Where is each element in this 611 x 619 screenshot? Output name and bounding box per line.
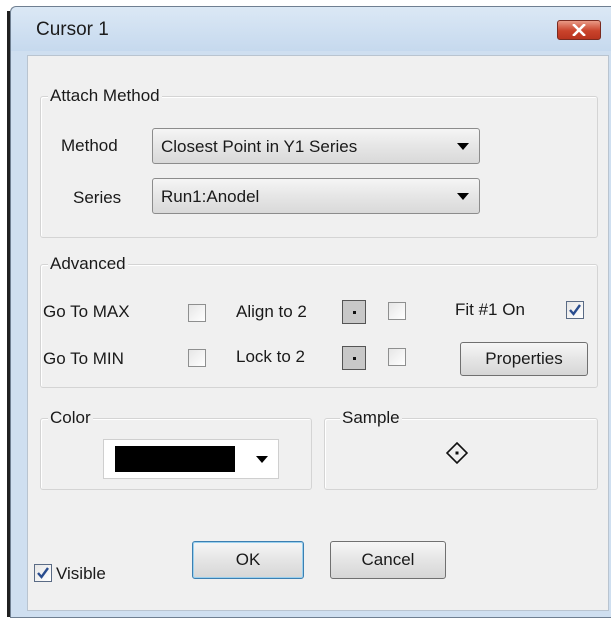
chevron-down-icon — [457, 193, 469, 200]
sample-group-label: Sample — [340, 408, 402, 428]
cancel-button[interactable]: Cancel — [330, 541, 446, 579]
align-to-2-label: Align to 2 — [236, 302, 307, 321]
go-to-min-checkbox[interactable] — [188, 349, 206, 367]
method-dropdown[interactable]: Closest Point in Y1 Series — [152, 128, 480, 164]
properties-button-label: Properties — [485, 349, 563, 368]
go-to-min-label: Go To MIN — [43, 349, 124, 368]
align-point-icon — [342, 300, 366, 324]
chevron-down-icon — [256, 456, 268, 463]
cancel-button-label: Cancel — [361, 550, 415, 569]
go-to-max-checkbox[interactable] — [188, 304, 206, 322]
close-icon — [572, 24, 586, 36]
fit-1-on-checkbox[interactable] — [566, 301, 584, 319]
checkmark-icon — [569, 304, 581, 316]
close-button[interactable] — [557, 20, 601, 40]
diamond-point-icon — [446, 442, 468, 464]
window-title: Cursor 1 — [36, 19, 109, 40]
ok-button[interactable]: OK — [192, 541, 304, 579]
attach-method-group-label: Attach Method — [48, 86, 162, 106]
lock-point-icon — [342, 346, 366, 370]
series-dropdown-value: Run1:Anodel — [161, 187, 260, 206]
dialog-window: Cursor 1 Attach Method Method Closest Po… — [7, 6, 611, 618]
dialog-client-area: Attach Method Method Closest Point in Y1… — [27, 55, 609, 611]
series-label: Series — [73, 188, 122, 207]
go-to-max-label: Go To MAX — [43, 302, 130, 321]
advanced-group-label: Advanced — [48, 254, 128, 274]
color-group-label: Color — [48, 408, 93, 428]
color-dropdown[interactable] — [103, 439, 279, 479]
fit-1-on-label: Fit #1 On — [455, 300, 525, 319]
title-bar[interactable]: Cursor 1 — [11, 7, 611, 51]
lock-to-2-label: Lock to 2 — [236, 347, 305, 366]
visible-label: Visible — [56, 564, 106, 583]
align-to-2-checkbox[interactable] — [388, 302, 406, 320]
color-swatch — [115, 446, 235, 472]
series-dropdown[interactable]: Run1:Anodel — [152, 178, 480, 214]
checkmark-icon — [37, 567, 49, 579]
visible-checkbox[interactable] — [34, 564, 52, 582]
properties-button[interactable]: Properties — [460, 342, 588, 376]
ok-button-label: OK — [235, 550, 261, 569]
attach-method-group — [40, 96, 598, 238]
chevron-down-icon — [457, 143, 469, 150]
lock-to-2-checkbox[interactable] — [388, 348, 406, 366]
method-label: Method — [61, 136, 118, 155]
method-dropdown-value: Closest Point in Y1 Series — [161, 137, 358, 156]
